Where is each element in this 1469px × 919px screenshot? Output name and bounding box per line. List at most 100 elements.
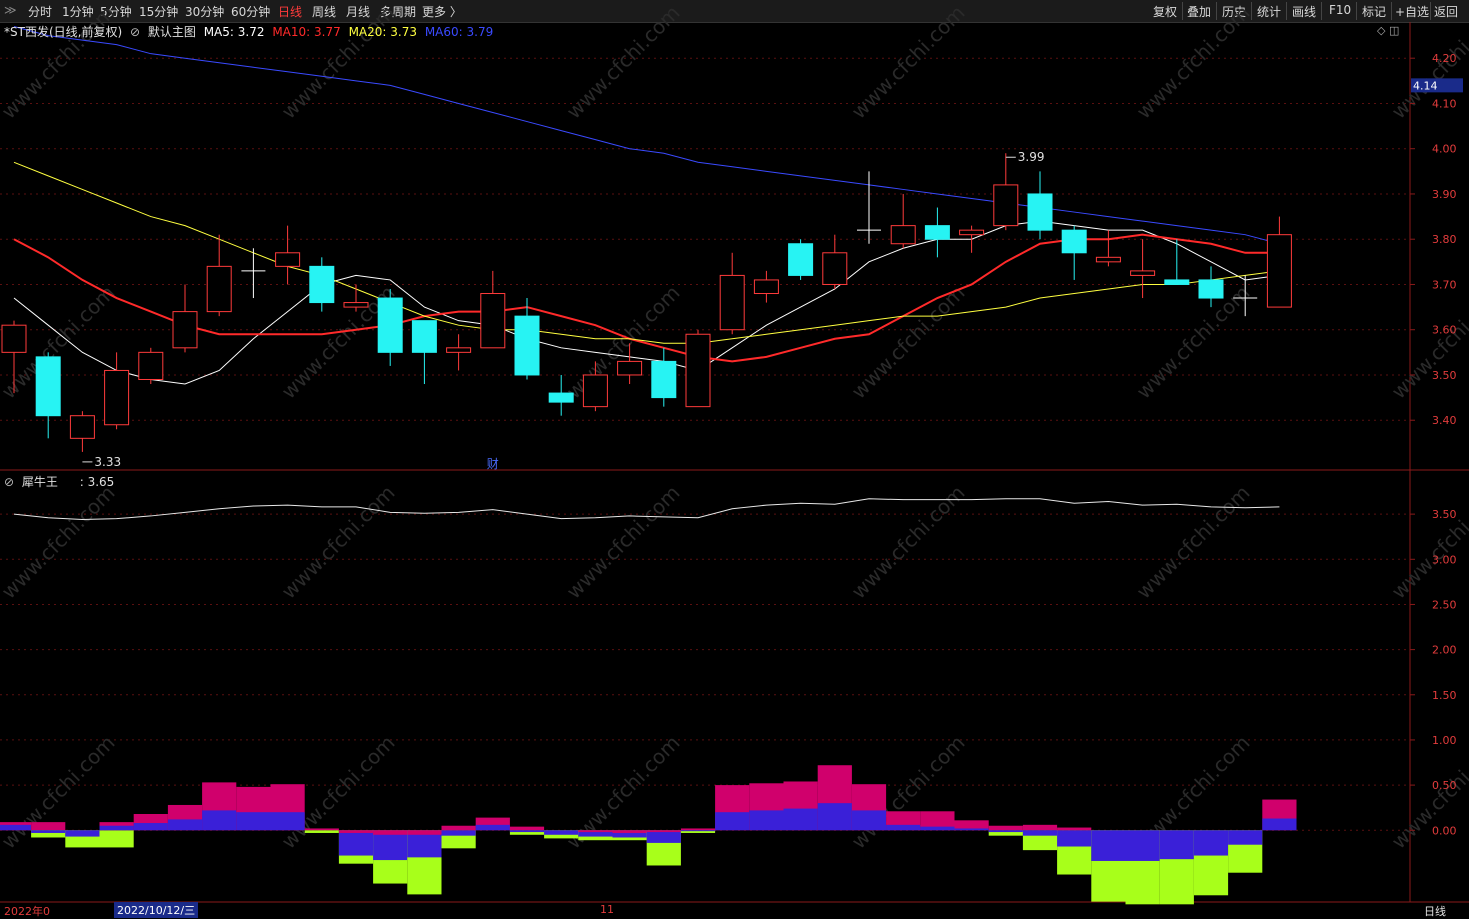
candle-up	[822, 252, 848, 285]
indicator-bar	[988, 825, 1023, 831]
indicator-bar	[65, 830, 100, 837]
indicator-bar	[1193, 830, 1229, 856]
indicator-bar	[1159, 830, 1194, 860]
watermark-layer: www.cfchi.com www.cfchi.com www.cfchi.com w…	[0, 1, 1469, 854]
price-tick-label: 3.50	[1432, 369, 1457, 382]
indicator-tick-label: 2.00	[1432, 644, 1457, 657]
template-dropdown-icon[interactable]: ⊘	[130, 25, 140, 39]
indicator-bar	[578, 830, 613, 833]
indicator-legend: ⊘ 犀牛王 : 3.65	[4, 473, 118, 490]
finance-marker: 财	[487, 457, 499, 471]
indicator-bar	[1125, 830, 1160, 861]
candle-up	[69, 415, 95, 439]
indicator-bar	[1262, 818, 1297, 831]
watermark-text: www.cfchi.com	[562, 1, 685, 124]
candle-up	[1, 324, 27, 353]
ma5-value: MA5: 3.72	[203, 25, 265, 39]
indicator-bar	[373, 830, 408, 835]
indicator-bar	[0, 824, 32, 831]
ma20-value: MA20: 3.73	[348, 25, 417, 39]
candle-up	[275, 252, 301, 267]
watermark-text: www.cfchi.com	[1387, 1, 1469, 124]
template-label[interactable]: 默认主图	[148, 25, 196, 39]
indicator-bar	[954, 828, 989, 831]
candle-up	[104, 369, 130, 426]
price-tick-label: 4.00	[1432, 143, 1457, 156]
indicator-bar	[1022, 830, 1058, 836]
indicator-bar	[783, 808, 818, 831]
panel-controls[interactable]: ◇ ◫	[1377, 24, 1399, 37]
indicator-bar	[680, 830, 716, 832]
candle-down	[651, 360, 677, 399]
candle-up	[1130, 270, 1156, 276]
indicator-bar	[441, 830, 476, 836]
candle-up	[343, 302, 369, 308]
candle-up	[617, 360, 643, 376]
candle-up	[753, 279, 779, 295]
indicator-bar	[646, 830, 681, 843]
candle-up	[582, 374, 608, 408]
current-price-tag-label: 4.14	[1413, 79, 1438, 92]
indicator-bar	[715, 812, 750, 831]
indicator-bar	[1057, 830, 1092, 847]
indicator-bar	[646, 830, 681, 833]
price-tick-label: 3.90	[1432, 188, 1457, 201]
indicator-bar	[817, 803, 852, 831]
main-legend: *ST西发(日线,前复权) ⊘ 默认主图 MA5: 3.72 MA10: 3.7…	[4, 23, 497, 40]
indicator-bar	[270, 812, 305, 831]
candle-up	[959, 229, 985, 236]
candle-up	[446, 347, 472, 353]
watermark-text: www.cfchi.com	[1387, 281, 1469, 404]
indicator-bar	[988, 830, 1023, 833]
indicator-bar	[509, 830, 545, 833]
indicator-bar	[1022, 824, 1058, 831]
candle-up	[1095, 256, 1121, 263]
indicator-bar	[31, 830, 66, 833]
grid-lines	[0, 22, 1469, 903]
watermark-text: www.cfchi.com	[847, 1, 970, 124]
candle-down	[788, 243, 814, 276]
candle-up	[206, 265, 232, 313]
indicator-bar	[407, 830, 442, 835]
cursor-date-label: 2022/10/12/三	[114, 902, 199, 918]
candle-down	[411, 320, 437, 353]
month-mark-label: 11	[600, 903, 614, 916]
indicator-bar	[236, 812, 271, 831]
candle-down	[377, 297, 403, 353]
indicator-bar	[338, 830, 374, 856]
watermark-text: www.cfchi.com	[1387, 481, 1469, 604]
candle-down	[1027, 193, 1053, 231]
low-price-label: 3.33	[94, 455, 121, 469]
period-label: 日线	[1424, 905, 1446, 918]
price-tick-label: 4.20	[1432, 52, 1457, 65]
indicator-bar	[1091, 830, 1126, 861]
indicator-tick-label: 1.50	[1432, 689, 1457, 702]
watermark-text: www.cfchi.com	[1132, 481, 1255, 604]
indicator-dropdown-icon[interactable]: ⊘	[4, 475, 14, 489]
kline-chart[interactable]: www.cfchi.com www.cfchi.com www.cfchi.com w…	[0, 0, 1469, 918]
candle-down	[514, 315, 540, 376]
ma60-value: MA60: 3.79	[424, 25, 494, 39]
indicator-tick-label: 0.00	[1432, 824, 1457, 837]
indicator-bar	[441, 825, 476, 831]
watermark-text: www.cfchi.com	[1387, 731, 1469, 854]
watermark-text: www.cfchi.com	[0, 481, 120, 604]
indicator-tick-label: 1.00	[1432, 734, 1457, 747]
candle-up	[993, 184, 1019, 227]
price-tick-label: 4.10	[1432, 97, 1457, 110]
date-start-label: 2022年0	[4, 905, 50, 918]
ma-line-ma10	[13, 233, 1280, 363]
watermark-text: www.cfchi.com	[1132, 281, 1255, 404]
candle-up	[890, 225, 916, 245]
indicator-name[interactable]: 犀牛王	[22, 475, 58, 489]
indicator-bar	[612, 830, 647, 833]
candle-down	[548, 392, 574, 403]
price-tick-label: 3.70	[1432, 278, 1457, 291]
indicator-bar	[544, 830, 579, 835]
candle-down	[1061, 229, 1087, 254]
candle-up	[480, 293, 506, 349]
watermark-text: www.cfchi.com	[0, 1, 120, 124]
candle-up	[138, 351, 164, 380]
price-tick-label: 3.80	[1432, 233, 1457, 246]
candle-up	[685, 333, 711, 408]
